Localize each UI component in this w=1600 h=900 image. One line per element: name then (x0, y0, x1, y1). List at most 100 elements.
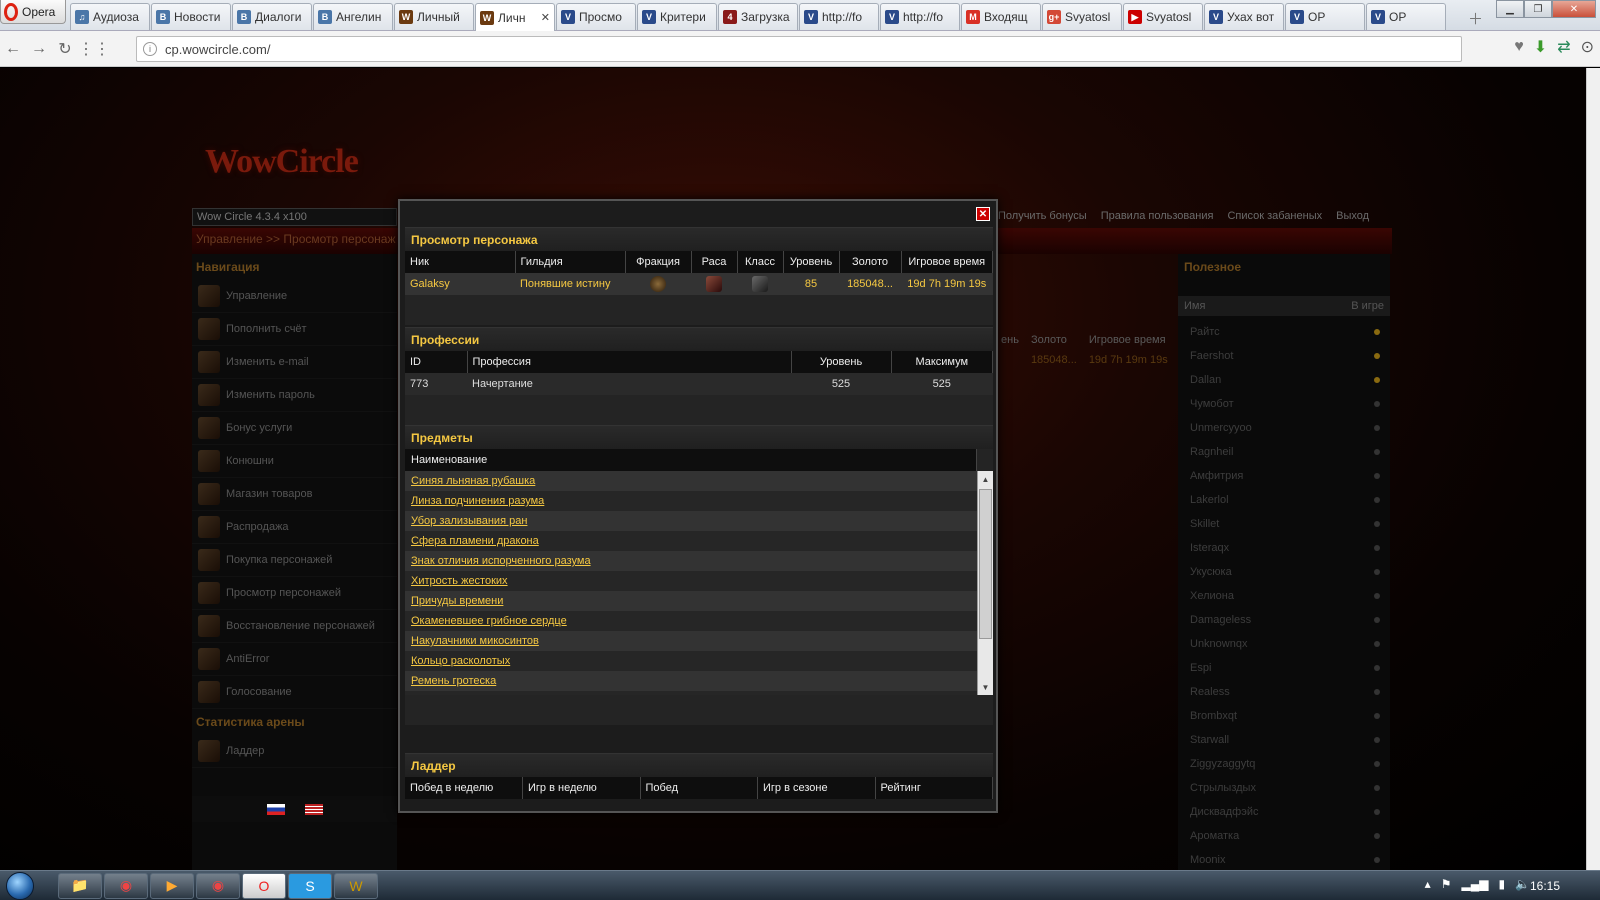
player-row[interactable]: Дисквадфэйс (1178, 800, 1390, 824)
browser-tab[interactable]: В Ангелин (313, 3, 393, 30)
browser-tab[interactable]: M Входящ (961, 3, 1041, 30)
new-tab-icon[interactable]: ＋ (1468, 8, 1483, 29)
modal-close-icon[interactable]: ✕ (976, 207, 990, 221)
opera-taskbar-icon[interactable]: O (242, 872, 286, 899)
browser-tab[interactable]: V Просмо (556, 3, 636, 30)
browser-tab[interactable]: Vhttp://fo (880, 3, 960, 30)
reload-icon[interactable]: ↻ (52, 39, 78, 59)
browser-tab[interactable]: g+ Svyatosl (1042, 3, 1122, 30)
tray-up-icon[interactable]: ▴ (1425, 877, 1431, 891)
browser-tab[interactable]: V ОР (1366, 3, 1446, 30)
chrome-icon[interactable]: ◉ (104, 872, 148, 899)
item-link[interactable]: Сфера пламени дракона (405, 531, 977, 551)
url-field[interactable]: i cp.wowcircle.com/ (136, 36, 1462, 62)
item-link[interactable]: Причуды времени (405, 591, 977, 611)
tab-close-icon[interactable]: ✕ (541, 11, 550, 24)
browser-tab[interactable]: ▶ Svyatosl (1123, 3, 1203, 30)
player-row[interactable]: Brombxqt (1178, 704, 1390, 728)
player-row[interactable]: Ароматка (1178, 824, 1390, 848)
window-close-icon[interactable]: ✕ (1552, 0, 1596, 18)
volume-icon[interactable]: 🔈 (1515, 877, 1530, 891)
browser-tab[interactable]: W Личн ✕ (475, 3, 555, 31)
translate-icon[interactable]: ⇄ (1557, 37, 1570, 57)
sidebar-item[interactable]: Бонус услуги (192, 412, 397, 445)
item-link[interactable]: Кольцо расколотых (405, 651, 977, 671)
item-link[interactable]: Ремень гротеска (405, 671, 977, 691)
player-row[interactable]: Райтс (1178, 320, 1390, 344)
maximize-icon[interactable]: ❐ (1524, 0, 1552, 18)
player-row[interactable]: Starwall (1178, 728, 1390, 752)
forward-icon[interactable]: → (26, 40, 52, 58)
top-nav-link[interactable]: Список забаненых (1227, 210, 1322, 222)
item-link[interactable]: Накулачники микосинтов (405, 631, 977, 651)
browser-tab[interactable]: В Новости (151, 3, 231, 30)
scroll-down-icon[interactable]: ▼ (978, 679, 993, 695)
sidebar-item[interactable]: Конюшни (192, 445, 397, 478)
power-icon[interactable]: ▮ (1498, 877, 1505, 891)
browser-tab[interactable]: 4 Загрузка (718, 3, 798, 30)
site-logo[interactable]: WowCircle (205, 143, 359, 181)
scroll-thumb[interactable] (979, 489, 992, 639)
skype-icon[interactable]: S (288, 872, 332, 899)
player-row[interactable]: Espi (1178, 656, 1390, 680)
browser-tab[interactable]: W Личный (394, 3, 474, 30)
top-nav-link[interactable]: Получить бонусы (998, 210, 1087, 222)
opera-menu-button[interactable]: Opera (0, 0, 66, 24)
sidebar-item[interactable]: Просмотр персонажей (192, 577, 397, 610)
item-link[interactable]: Хитрость жестоких (405, 571, 977, 591)
player-row[interactable]: Faershot (1178, 344, 1390, 368)
player-row[interactable]: Unknownqx (1178, 632, 1390, 656)
explorer-icon[interactable]: 📁 (58, 872, 102, 899)
item-link[interactable]: Убор зализывания ран (405, 511, 977, 531)
sidebar-item[interactable]: Распродажа (192, 511, 397, 544)
top-nav-link[interactable]: Правила пользования (1101, 210, 1214, 222)
char-guild[interactable]: Понявшие истину (515, 273, 625, 295)
top-nav-link[interactable]: Выход (1336, 210, 1369, 222)
player-row[interactable]: Чумобот (1178, 392, 1390, 416)
player-row[interactable]: Dallan (1178, 368, 1390, 392)
item-link[interactable]: Знак отличия испорченного разума (405, 551, 977, 571)
wow-icon[interactable]: W (334, 872, 378, 899)
items-scrollbar[interactable]: ▲ ▼ (977, 471, 993, 695)
english-flag-icon[interactable] (304, 803, 323, 815)
flag-icon[interactable]: ⚑ (1441, 877, 1452, 891)
bookmark-heart-icon[interactable]: ♥ (1514, 38, 1524, 56)
player-row[interactable]: Ziggyzaggytq (1178, 752, 1390, 776)
item-link[interactable]: Синяя льняная рубашка (405, 471, 977, 491)
sidebar-item[interactable]: Магазин товаров (192, 478, 397, 511)
char-name[interactable]: Galaksy (405, 273, 515, 295)
media-player-icon[interactable]: ▶ (150, 872, 194, 899)
player-row[interactable]: Realess (1178, 680, 1390, 704)
player-row[interactable]: Damageless (1178, 608, 1390, 632)
update-icon[interactable]: ⊙ (1581, 37, 1594, 57)
sidebar-item[interactable]: Покупка персонажей (192, 544, 397, 577)
item-link[interactable]: Ботфорты противного визга (405, 691, 977, 695)
player-row[interactable]: Ragnheil (1178, 440, 1390, 464)
realm-select[interactable]: Wow Circle 4.3.4 x100 (192, 208, 397, 226)
browser-tab[interactable]: В Диалоги (232, 3, 312, 30)
minimize-icon[interactable]: ▁ (1496, 0, 1524, 18)
start-button[interactable] (0, 871, 40, 900)
sidebar-item[interactable]: Изменить пароль (192, 379, 397, 412)
sidebar-item[interactable]: Управление (192, 280, 397, 313)
item-link[interactable]: Окаменевшее грибное сердце (405, 611, 977, 631)
player-row[interactable]: Unmercyyoo (1178, 416, 1390, 440)
back-icon[interactable]: ← (0, 40, 26, 58)
player-row[interactable]: Lakerlol (1178, 488, 1390, 512)
page-scrollbar[interactable] (1586, 68, 1600, 870)
player-row[interactable]: Стрылыздых (1178, 776, 1390, 800)
russian-flag-icon[interactable] (266, 803, 285, 815)
browser-tab[interactable]: ♫ Аудиоза (70, 3, 150, 30)
sidebar-item[interactable]: AntiError (192, 643, 397, 676)
player-row[interactable]: Хелиона (1178, 584, 1390, 608)
browser-tab[interactable]: V ОР (1285, 3, 1365, 30)
clock[interactable]: 16:15 (1530, 879, 1560, 893)
player-row[interactable]: Moonix (1178, 848, 1390, 870)
browser-tab[interactable]: V Ухах вот (1204, 3, 1284, 30)
speed-dial-icon[interactable]: ⋮⋮ (78, 39, 110, 59)
browser-tab[interactable]: Vhttp://fo (799, 3, 879, 30)
network-icon[interactable]: ▂▄▆ (1461, 877, 1488, 891)
item-link[interactable]: Линза подчинения разума (405, 491, 977, 511)
player-row[interactable]: Skillet (1178, 512, 1390, 536)
site-info-icon[interactable]: i (143, 42, 157, 56)
